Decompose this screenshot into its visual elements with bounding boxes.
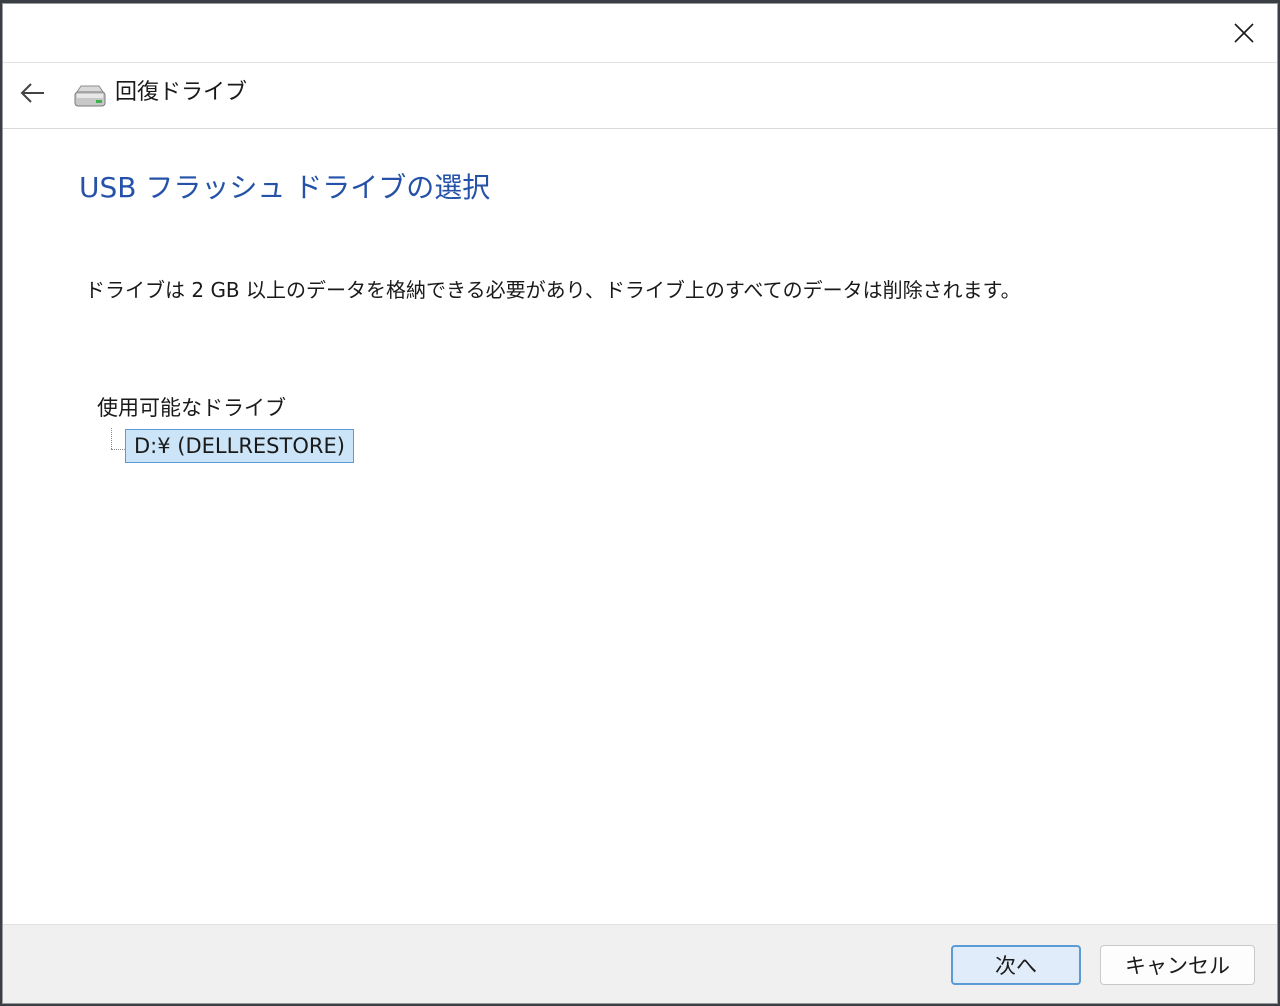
back-button[interactable] (13, 73, 53, 113)
title-bar (3, 4, 1277, 62)
page-heading: USB フラッシュ ドライブの選択 (79, 171, 491, 204)
button-bar: 次へ キャンセル (3, 924, 1277, 1003)
cancel-button[interactable]: キャンセル (1100, 945, 1255, 985)
nav-title: 回復ドライブ (115, 80, 248, 105)
tree-root-available-drives[interactable]: 使用可能なドライブ (97, 394, 286, 422)
drive-icon (74, 85, 106, 107)
tree-connector-line (111, 428, 112, 449)
back-arrow-icon (20, 83, 44, 103)
close-icon (1234, 23, 1254, 43)
recovery-drive-window: 回復ドライブ USB フラッシュ ドライブの選択 ドライブは 2 GB 以上のデ… (2, 3, 1278, 1004)
tree-item-drive-d[interactable]: D:¥ (DELLRESTORE) (125, 429, 354, 463)
navigation-bar: 回復ドライブ (3, 62, 1277, 129)
next-button[interactable]: 次へ (951, 945, 1081, 985)
page-description: ドライブは 2 GB 以上のデータを格納できる必要があり、ドライブ上のすべてのデ… (85, 278, 1021, 302)
tree-connector-line (111, 449, 125, 450)
close-button[interactable] (1211, 4, 1277, 62)
